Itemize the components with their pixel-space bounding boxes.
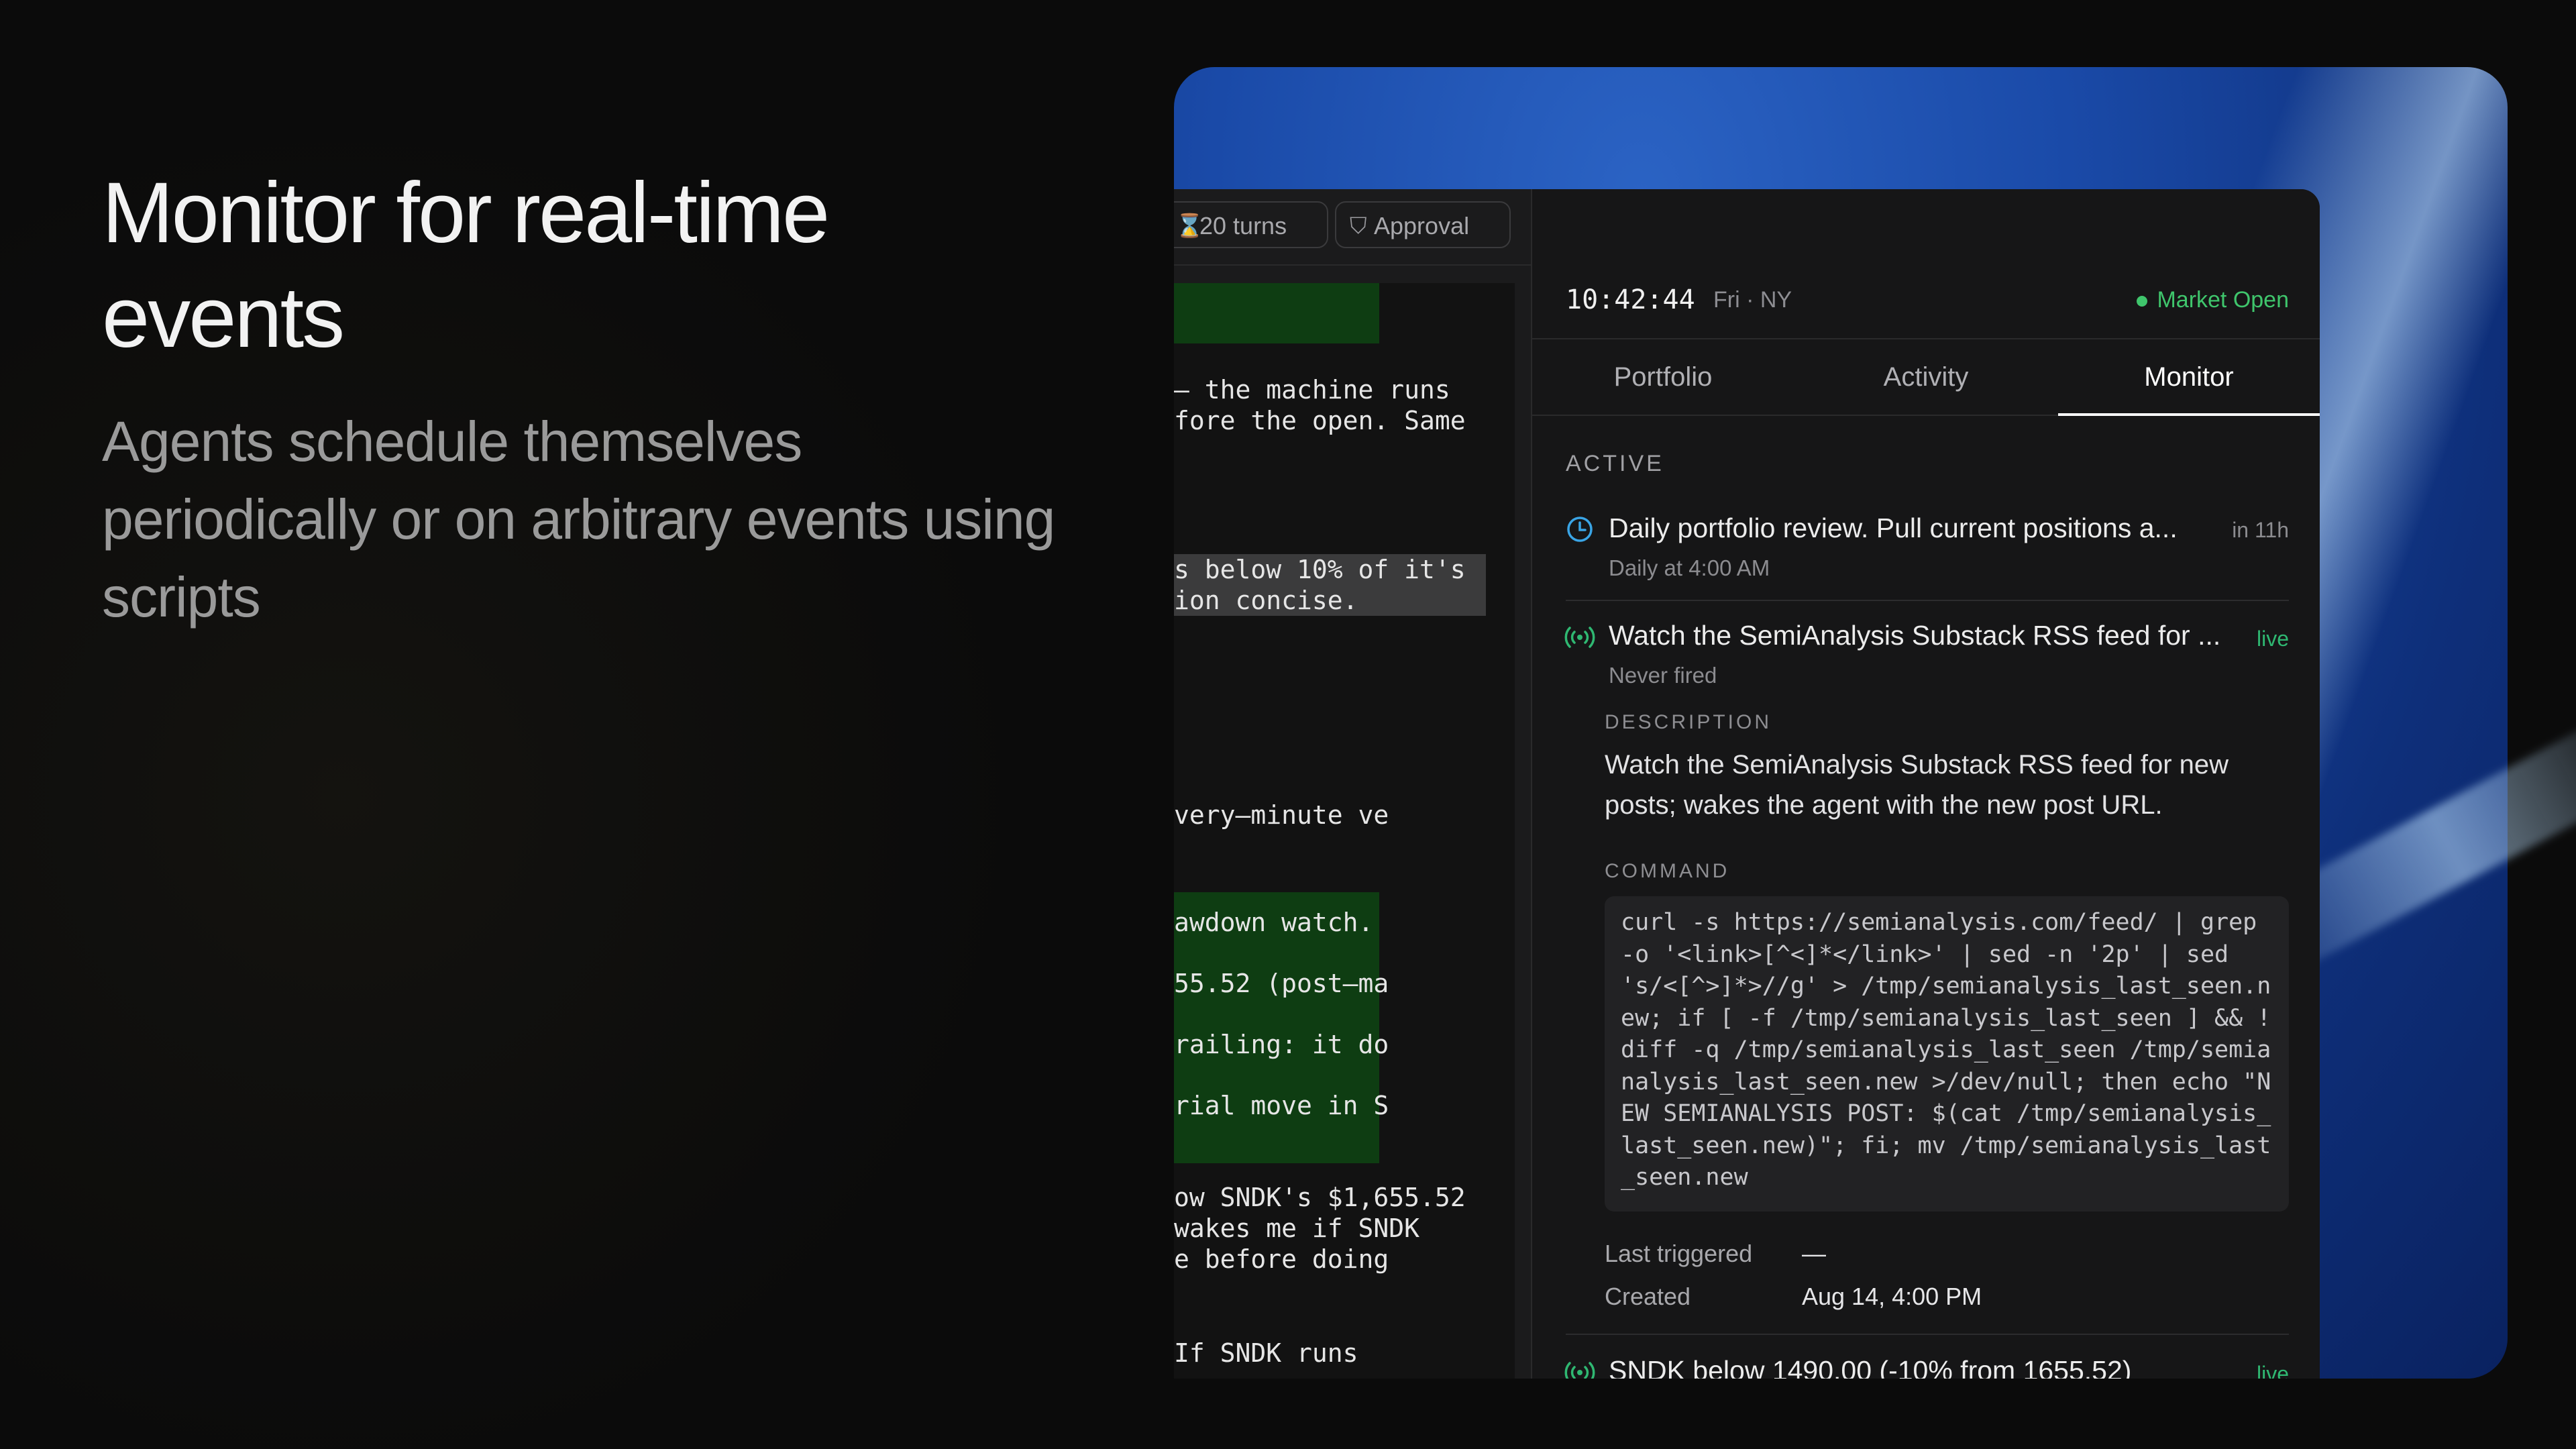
- description-text: Watch the SemiAnalysis Substack RSS feed…: [1605, 750, 2229, 820]
- market-status-label: Market Open: [2157, 287, 2289, 313]
- item-title: Watch the SemiAnalysis Substack RSS feed…: [1609, 620, 2221, 651]
- divider: [1566, 1334, 2289, 1335]
- chat-line: very–minute ve: [1174, 800, 1389, 830]
- section-label: ACTIVE: [1566, 451, 1664, 476]
- chat-line: If SNDK runs: [1174, 1338, 1358, 1368]
- created-value: Aug 14, 4:00 PM: [1802, 1283, 1982, 1310]
- last-triggered-value: —: [1802, 1240, 1826, 1267]
- turns-chip[interactable]: ⌛ 20 turns: [1174, 201, 1328, 248]
- status-dot-icon: [2137, 296, 2148, 307]
- item-title: Daily portfolio review. Pull current pos…: [1609, 513, 2178, 543]
- chat-line: awdown watch.: [1174, 908, 1374, 937]
- approval-label: Approval: [1374, 212, 1470, 239]
- live-badge: live: [2256, 627, 2289, 651]
- created-label: Created: [1605, 1283, 1691, 1310]
- last-triggered-label: Last triggered: [1605, 1240, 1753, 1267]
- chat-transcript: — the machine runs fore the open. Same s…: [1174, 283, 1515, 1379]
- live-badge: live: [2256, 1362, 2289, 1379]
- green-block: [1174, 283, 1379, 343]
- highlighted-chat-line: s below 10% of it's ion concise.: [1174, 554, 1486, 616]
- app-window: ⌛ 20 turns ⛉ Approval — the machine runs…: [1174, 189, 2320, 1379]
- monitor-pane: 10:42:44 Fri · NY Market Open Portfolio …: [1532, 189, 2320, 1379]
- command-box[interactable]: curl -s https://semianalysis.com/feed/ |…: [1605, 896, 2289, 1212]
- item-subtitle: Daily at 4:00 AM: [1609, 555, 1770, 580]
- chat-line: — the machine runs fore the open. Same: [1174, 375, 1466, 435]
- divider: [1566, 600, 2289, 601]
- shield-icon: ⛉: [1350, 213, 1367, 239]
- clock: 10:42:44: [1566, 284, 1695, 315]
- approval-chip[interactable]: ⛉ Approval: [1335, 201, 1511, 248]
- broadcast-icon: [1564, 1359, 1595, 1379]
- tab-monitor[interactable]: Monitor: [2058, 339, 2320, 416]
- hero-title: Monitor for real-time events: [102, 165, 830, 366]
- chat-line: ow SNDK's $1,655.52 wakes me if SNDK e b…: [1174, 1183, 1466, 1274]
- tab-bar: Portfolio Activity Monitor: [1532, 339, 2320, 416]
- broadcast-icon: [1564, 624, 1595, 651]
- chat-pane: ⌛ 20 turns ⛉ Approval — the machine runs…: [1174, 189, 1532, 1379]
- item-subtitle: Never fired: [1609, 663, 1717, 688]
- command-text: curl -s https://semianalysis.com/feed/ |…: [1621, 909, 2286, 1191]
- chat-line: railing: it do: [1174, 1030, 1389, 1059]
- item-schedule: in 11h: [2232, 518, 2289, 542]
- description-label: DESCRIPTION: [1605, 711, 1772, 733]
- chat-line: rial move in S: [1174, 1091, 1389, 1120]
- chat-toolbar: ⌛ 20 turns ⛉ Approval: [1174, 189, 1531, 266]
- clock-icon: [1566, 515, 1594, 543]
- tab-activity[interactable]: Activity: [1795, 339, 2057, 415]
- item-title: SNDK below 1490.00 (-10% from 1655.52): [1609, 1355, 2132, 1379]
- clock-subtitle: Fri · NY: [1713, 287, 1792, 313]
- tab-portfolio[interactable]: Portfolio: [1532, 339, 1794, 415]
- turns-label: 20 turns: [1199, 212, 1287, 239]
- hourglass-icon: ⌛: [1175, 213, 1204, 239]
- market-status: Market Open: [2137, 287, 2289, 313]
- command-label: COMMAND: [1605, 860, 1730, 882]
- chat-line: 55.52 (post–ma: [1174, 969, 1389, 998]
- hero-subtitle: Agents schedule themselves periodically …: [102, 410, 1055, 629]
